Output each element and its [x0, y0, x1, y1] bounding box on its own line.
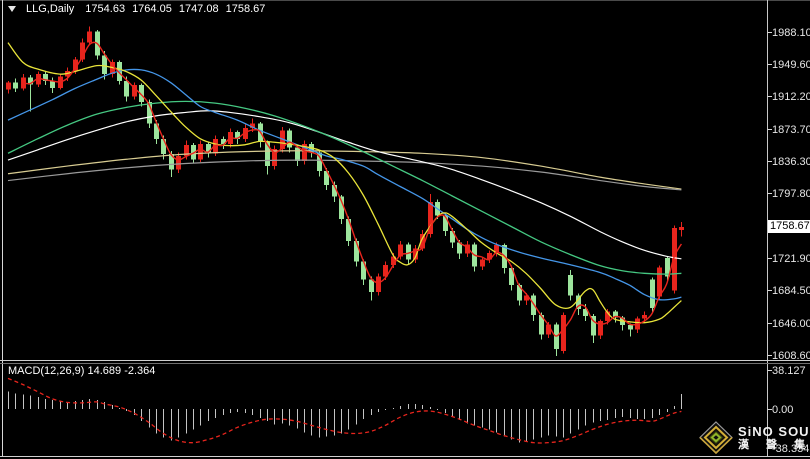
price-axis-label: 1912.20	[772, 92, 810, 103]
price-axis-label: 1988.10	[772, 28, 810, 39]
chart-canvas[interactable]	[0, 0, 810, 459]
symbol-period-label: LLG,Daily	[26, 3, 74, 15]
macd-axis-label: 0.00	[772, 405, 793, 416]
price-axis-label: 1684.50	[772, 286, 810, 297]
price-axis-label: 1646.00	[772, 319, 810, 330]
price-axis-label: 1949.60	[772, 60, 810, 71]
ohlc-close: 1758.67	[226, 3, 266, 15]
broker-logo-text: SiNO SOUND 漢 聲 集 團	[738, 425, 810, 451]
macd-axis-label: 38.127	[772, 366, 806, 377]
trading-chart-window: LLG,Daily 1754.63 1764.05 1747.08 1758.6…	[0, 0, 810, 459]
ohlc-low: 1747.08	[179, 3, 219, 15]
symbol-dropdown-icon[interactable]	[8, 6, 16, 12]
price-axis-label: 1721.90	[772, 254, 810, 265]
macd-signal-value: -2.364	[124, 365, 155, 377]
price-axis-label: 1836.30	[772, 157, 810, 168]
diamond-logo-icon	[699, 421, 733, 454]
macd-indicator-label: MACD(12,26,9) 14.689 -2.364	[8, 365, 155, 377]
broker-name: SiNO SOUND	[738, 425, 810, 438]
current-price-tag: 1758.67	[768, 220, 810, 233]
price-axis-label: 1873.70	[772, 125, 810, 136]
ohlc-open: 1754.63	[85, 3, 125, 15]
price-axis-label: 1797.80	[772, 189, 810, 200]
ohlc-high: 1764.05	[132, 3, 172, 15]
chart-title-bar: LLG,Daily 1754.63 1764.05 1747.08 1758.6…	[8, 3, 265, 15]
broker-name-chinese: 漢 聲 集 團	[738, 439, 810, 451]
broker-logo: SiNO SOUND 漢 聲 集 團	[699, 421, 810, 454]
macd-main-value: 14.689	[87, 365, 121, 377]
price-axis-label: 1608.60	[772, 351, 810, 362]
